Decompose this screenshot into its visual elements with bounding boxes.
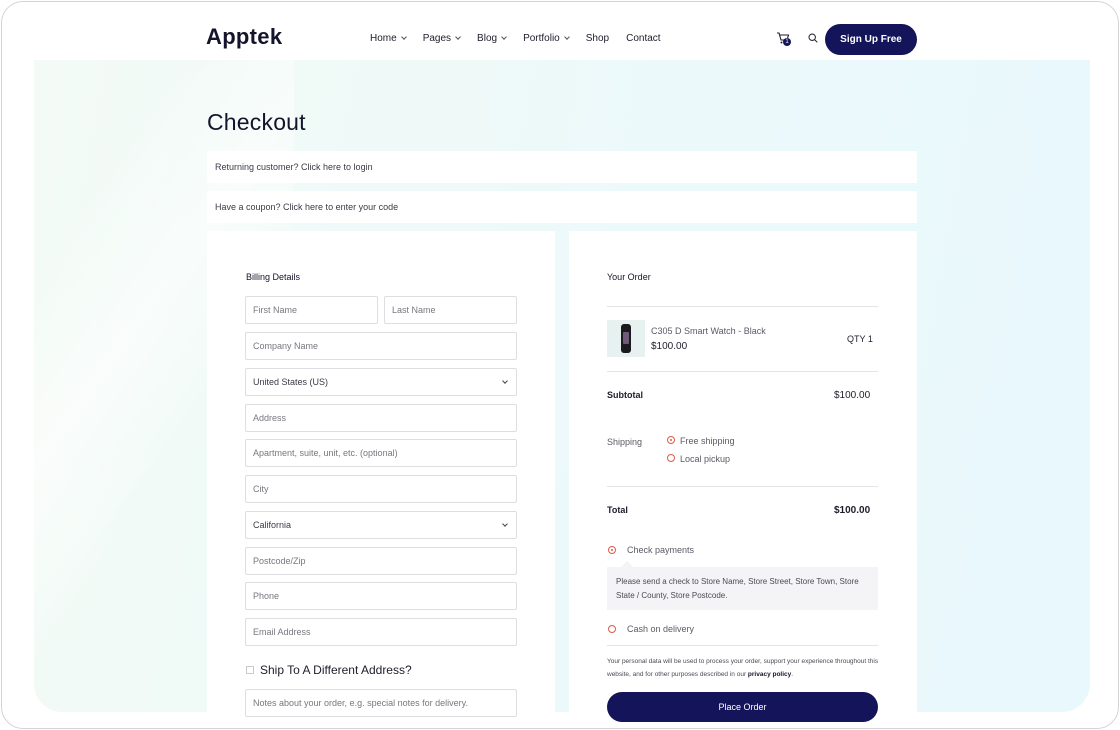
free-shipping-radio[interactable] — [667, 436, 675, 444]
privacy-notice: Your personal data will be used to proce… — [607, 658, 879, 678]
city-field[interactable]: City — [245, 475, 517, 503]
nav-blog-label: Blog — [477, 33, 498, 44]
cash-on-delivery-radio[interactable] — [608, 625, 616, 633]
divider — [607, 486, 878, 487]
coupon-notice[interactable]: Have a coupon? Click here to enter your … — [207, 191, 917, 223]
country-select[interactable]: United States (US) — [245, 368, 517, 396]
divider — [607, 306, 878, 307]
nav-contact[interactable]: Contact — [626, 33, 660, 44]
ship-different-checkbox[interactable] — [246, 666, 254, 674]
local-pickup-label[interactable]: Local pickup — [680, 454, 730, 464]
divider — [607, 371, 878, 372]
company-field[interactable]: Company Name — [245, 332, 517, 360]
site-header: Apptek Home Pages Blog Portfolio Shop Co… — [2, 2, 1118, 60]
nav-pages[interactable]: Pages — [422, 33, 461, 44]
email-field[interactable]: Email Address — [245, 618, 517, 646]
nav-shop-label: Shop — [585, 33, 610, 44]
state-value: California — [253, 520, 292, 530]
nav-portfolio-label: Portfolio — [523, 33, 560, 44]
ship-different-label[interactable]: Ship To A Different Address? — [260, 663, 412, 677]
nav-shop[interactable]: Shop — [586, 33, 609, 44]
place-order-button[interactable]: Place Order — [607, 692, 878, 722]
check-payments-label[interactable]: Check payments — [627, 545, 694, 555]
order-card — [569, 231, 917, 712]
shipping-label: Shipping — [607, 437, 643, 447]
nav-blog[interactable]: Blog — [477, 33, 507, 44]
first-name-field[interactable]: First Name — [245, 296, 378, 324]
country-value: United States (US) — [253, 377, 329, 387]
check-payments-radio[interactable] — [608, 546, 616, 554]
returning-customer-notice[interactable]: Returning customer? Click here to login — [207, 151, 917, 183]
chevron-down-icon — [563, 34, 570, 40]
subtotal-value: $100.00 — [834, 390, 871, 401]
nav-portfolio[interactable]: Portfolio — [523, 33, 570, 44]
phone-field[interactable]: Phone — [245, 582, 517, 610]
privacy-text: Your personal data will be used to proce… — [607, 658, 879, 678]
billing-title: Billing Details — [246, 272, 301, 282]
total-value: $100.00 — [834, 505, 871, 516]
nav-contact-label: Contact — [626, 33, 661, 44]
nav-home-label: Home — [370, 33, 397, 44]
cart-count-badge: 1 — [783, 38, 791, 46]
product-thumbnail — [607, 320, 645, 357]
subtotal-label: Subtotal — [607, 390, 643, 400]
postcode-field[interactable]: Postcode/Zip — [245, 547, 517, 575]
chevron-down-icon — [455, 34, 461, 40]
app-frame: Apptek Home Pages Blog Portfolio Shop Co… — [1, 1, 1119, 729]
search-icon[interactable] — [808, 33, 818, 43]
state-select[interactable]: California — [245, 511, 517, 539]
check-payments-description: Please send a check to Store Name, Store… — [607, 561, 878, 610]
chevron-down-icon — [400, 34, 407, 40]
order-notes-field[interactable]: Notes about your order, e.g. special not… — [245, 689, 517, 717]
free-shipping-label[interactable]: Free shipping — [680, 436, 735, 446]
page-title: Checkout — [207, 109, 306, 135]
chevron-down-icon — [502, 378, 508, 384]
apartment-field[interactable]: Apartment, suite, unit, etc. (optional) — [245, 439, 517, 467]
order-title: Your Order — [607, 272, 651, 282]
product-price: $100.00 — [651, 341, 688, 352]
site-logo[interactable]: Apptek — [206, 24, 282, 50]
last-name-field[interactable]: Last Name — [384, 296, 517, 324]
nav-home[interactable]: Home — [370, 33, 407, 44]
divider — [607, 645, 878, 646]
total-label: Total — [607, 505, 628, 515]
nav-pages-label: Pages — [422, 33, 452, 44]
local-pickup-radio[interactable] — [667, 454, 675, 462]
chevron-down-icon — [502, 521, 508, 527]
chevron-down-icon — [501, 34, 507, 40]
product-name: C305 D Smart Watch - Black — [651, 326, 766, 336]
main-nav: Home Pages Blog Portfolio Shop Contact — [370, 33, 678, 44]
address-field[interactable]: Address — [245, 404, 517, 432]
cash-on-delivery-label[interactable]: Cash on delivery — [627, 624, 694, 634]
sign-up-button[interactable]: Sign Up Free — [825, 24, 917, 55]
product-qty: QTY 1 — [847, 334, 873, 344]
smart-watch-image — [621, 324, 631, 353]
privacy-policy-link[interactable]: privacy policy — [748, 671, 791, 678]
